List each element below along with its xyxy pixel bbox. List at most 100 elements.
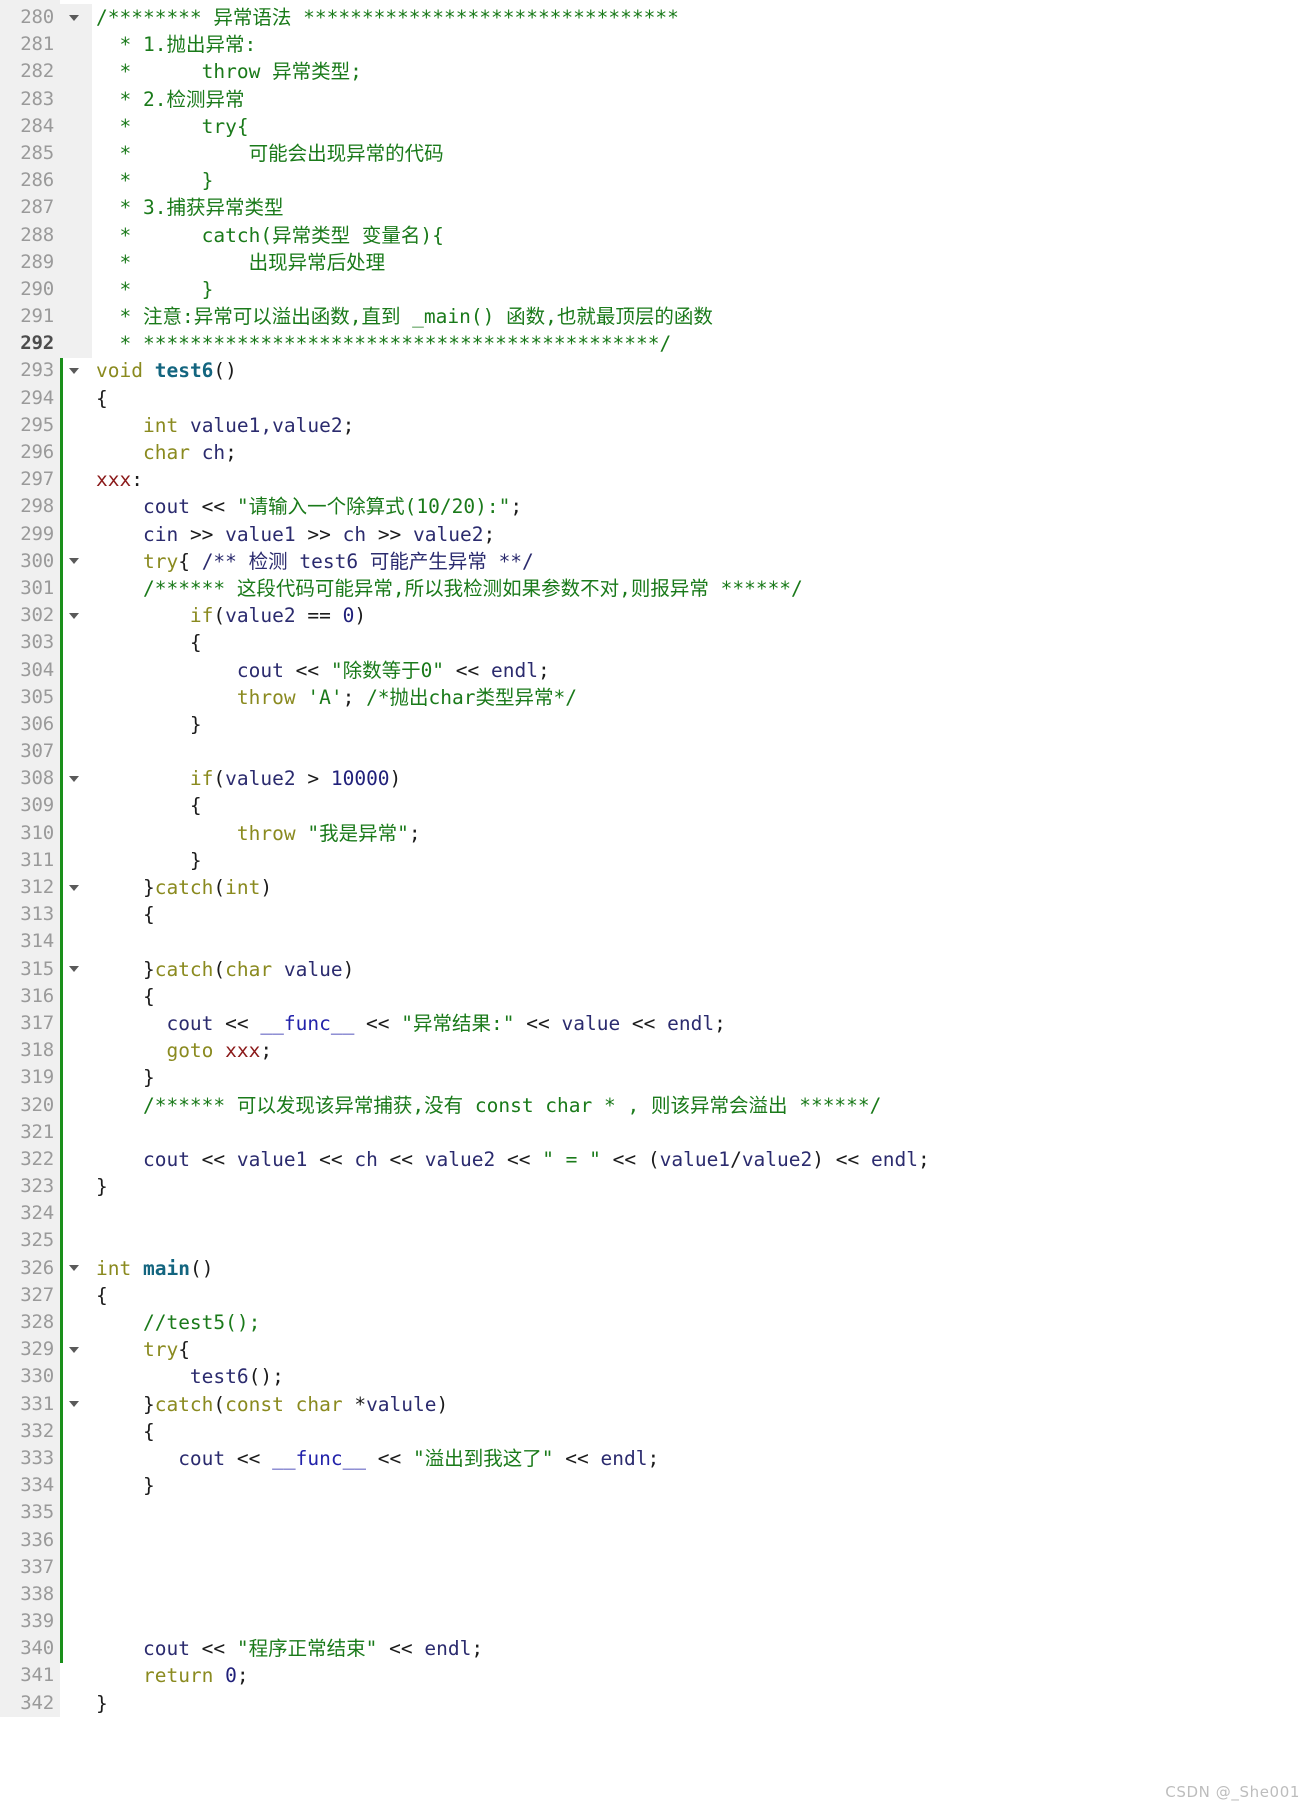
code-line[interactable]: goto xxx;: [92, 1037, 1312, 1064]
fold-collapse-icon[interactable]: [69, 558, 79, 565]
code-line[interactable]: /****** 可以发现该异常捕获,没有 const char * , 则该异常…: [92, 1092, 1312, 1119]
code-line[interactable]: [92, 738, 1312, 765]
fold-collapse-icon[interactable]: [69, 966, 79, 973]
fold-row[interactable]: [60, 1391, 92, 1418]
code-line[interactable]: if(value2 > 10000): [92, 765, 1312, 792]
fold-row[interactable]: [60, 956, 92, 983]
code-line[interactable]: return 0;: [92, 1662, 1312, 1689]
code-line[interactable]: }: [92, 1472, 1312, 1499]
fold-row[interactable]: [60, 1336, 92, 1363]
code-content-area[interactable]: /******** 异常语法 *************************…: [92, 0, 1312, 1717]
fold-row[interactable]: [60, 874, 92, 901]
fold-collapse-icon[interactable]: [69, 1346, 79, 1353]
code-line[interactable]: void test6(): [92, 357, 1312, 384]
code-line[interactable]: * catch(异常类型 变量名){: [92, 222, 1312, 249]
fold-collapse-icon[interactable]: [69, 14, 79, 21]
code-line[interactable]: * **************************************…: [92, 330, 1312, 357]
code-token-plain: <<: [283, 658, 331, 682]
code-line[interactable]: [92, 1608, 1312, 1635]
code-line[interactable]: }catch(int): [92, 874, 1312, 901]
code-line[interactable]: {: [92, 901, 1312, 928]
fold-row: [60, 113, 92, 140]
code-token-var: value1,value2: [189, 413, 343, 437]
fold-row: [60, 1037, 92, 1064]
code-token-plain: >>: [295, 522, 343, 546]
code-line[interactable]: throw 'A'; /*抛出char类型异常*/: [92, 684, 1312, 711]
code-line[interactable]: [92, 1227, 1312, 1254]
code-line[interactable]: try{ /** 检测 test6 可能产生异常 **/: [92, 548, 1312, 575]
code-line[interactable]: try{: [92, 1336, 1312, 1363]
code-line[interactable]: throw "我是异常";: [92, 820, 1312, 847]
line-number: 305: [20, 685, 54, 708]
code-line[interactable]: if(value2 == 0): [92, 602, 1312, 629]
fold-row[interactable]: [60, 765, 92, 792]
code-line[interactable]: //test5();: [92, 1309, 1312, 1336]
code-line[interactable]: {: [92, 1282, 1312, 1309]
code-line[interactable]: [92, 1554, 1312, 1581]
fold-collapse-icon[interactable]: [69, 775, 79, 782]
code-line[interactable]: }catch(char value): [92, 956, 1312, 983]
fold-collapse-icon[interactable]: [69, 368, 79, 375]
code-line[interactable]: }: [92, 1064, 1312, 1091]
code-line[interactable]: [92, 928, 1312, 955]
code-line[interactable]: * }: [92, 167, 1312, 194]
code-line[interactable]: [92, 1119, 1312, 1146]
code-line[interactable]: test6();: [92, 1363, 1312, 1390]
code-line[interactable]: cout << "程序正常结束" << endl;: [92, 1635, 1312, 1662]
fold-collapse-icon[interactable]: [69, 884, 79, 891]
code-line[interactable]: {: [92, 1418, 1312, 1445]
code-line[interactable]: [92, 1527, 1312, 1554]
code-line[interactable]: cout << value1 << ch << value2 << " = " …: [92, 1146, 1312, 1173]
code-line[interactable]: }: [92, 1690, 1312, 1717]
code-line[interactable]: [92, 1200, 1312, 1227]
code-line[interactable]: }catch(const char *valule): [92, 1391, 1312, 1418]
code-line[interactable]: {: [92, 385, 1312, 412]
code-line[interactable]: }: [92, 1173, 1312, 1200]
code-line[interactable]: xxx:: [92, 466, 1312, 493]
code-line[interactable]: cout << __func__ << "异常结果:" << value << …: [92, 1010, 1312, 1037]
code-line[interactable]: * 出现异常后处理: [92, 249, 1312, 276]
fold-row[interactable]: [60, 1255, 92, 1282]
code-token-plain: {: [96, 794, 202, 818]
fold-row[interactable]: [60, 548, 92, 575]
code-line-list: /******** 异常语法 *************************…: [92, 4, 1312, 1717]
code-line[interactable]: }: [92, 711, 1312, 738]
code-line[interactable]: {: [92, 629, 1312, 656]
code-line[interactable]: /******** 异常语法 *************************…: [92, 4, 1312, 31]
code-line[interactable]: {: [92, 983, 1312, 1010]
code-line[interactable]: {: [92, 792, 1312, 819]
fold-collapse-icon[interactable]: [69, 1265, 79, 1272]
code-line[interactable]: cin >> value1 >> ch >> value2;: [92, 521, 1312, 548]
code-line[interactable]: * }: [92, 276, 1312, 303]
code-line[interactable]: * throw 异常类型;: [92, 58, 1312, 85]
code-line[interactable]: int value1,value2;: [92, 412, 1312, 439]
fold-collapse-icon[interactable]: [69, 1401, 79, 1408]
fold-row[interactable]: [60, 602, 92, 629]
code-token-var: value1: [225, 522, 296, 546]
code-token-plain: (: [213, 604, 226, 628]
code-line[interactable]: cout << "除数等于0" << endl;: [92, 657, 1312, 684]
code-line[interactable]: int main(): [92, 1255, 1312, 1282]
line-number: 301: [20, 576, 54, 599]
fold-row[interactable]: [60, 4, 92, 31]
fold-collapse-icon[interactable]: [69, 612, 79, 619]
code-line[interactable]: * 3.捕获异常类型: [92, 194, 1312, 221]
code-line[interactable]: * 2.检测异常: [92, 86, 1312, 113]
code-line[interactable]: [92, 1581, 1312, 1608]
code-line[interactable]: * 可能会出现异常的代码: [92, 140, 1312, 167]
code-line[interactable]: * try{: [92, 113, 1312, 140]
code-token-plain: <<: [307, 1147, 355, 1171]
code-line[interactable]: }: [92, 847, 1312, 874]
code-line[interactable]: char ch;: [92, 439, 1312, 466]
code-line[interactable]: cout << "请输入一个除算式(10/20):";: [92, 493, 1312, 520]
code-line[interactable]: * 1.抛出异常:: [92, 31, 1312, 58]
code-line[interactable]: /****** 这段代码可能异常,所以我检测如果参数不对,则报异常 ******…: [92, 575, 1312, 602]
code-token-kw: try: [142, 549, 179, 573]
fold-row[interactable]: [60, 357, 92, 384]
code-line[interactable]: [92, 1499, 1312, 1526]
code-token-lbl: xxx: [96, 468, 132, 492]
code-line[interactable]: cout << __func__ << "溢出到我这了" << endl;: [92, 1445, 1312, 1472]
code-line[interactable]: * 注意:异常可以溢出函数,直到 _main() 函数,也就最顶层的函数: [92, 303, 1312, 330]
